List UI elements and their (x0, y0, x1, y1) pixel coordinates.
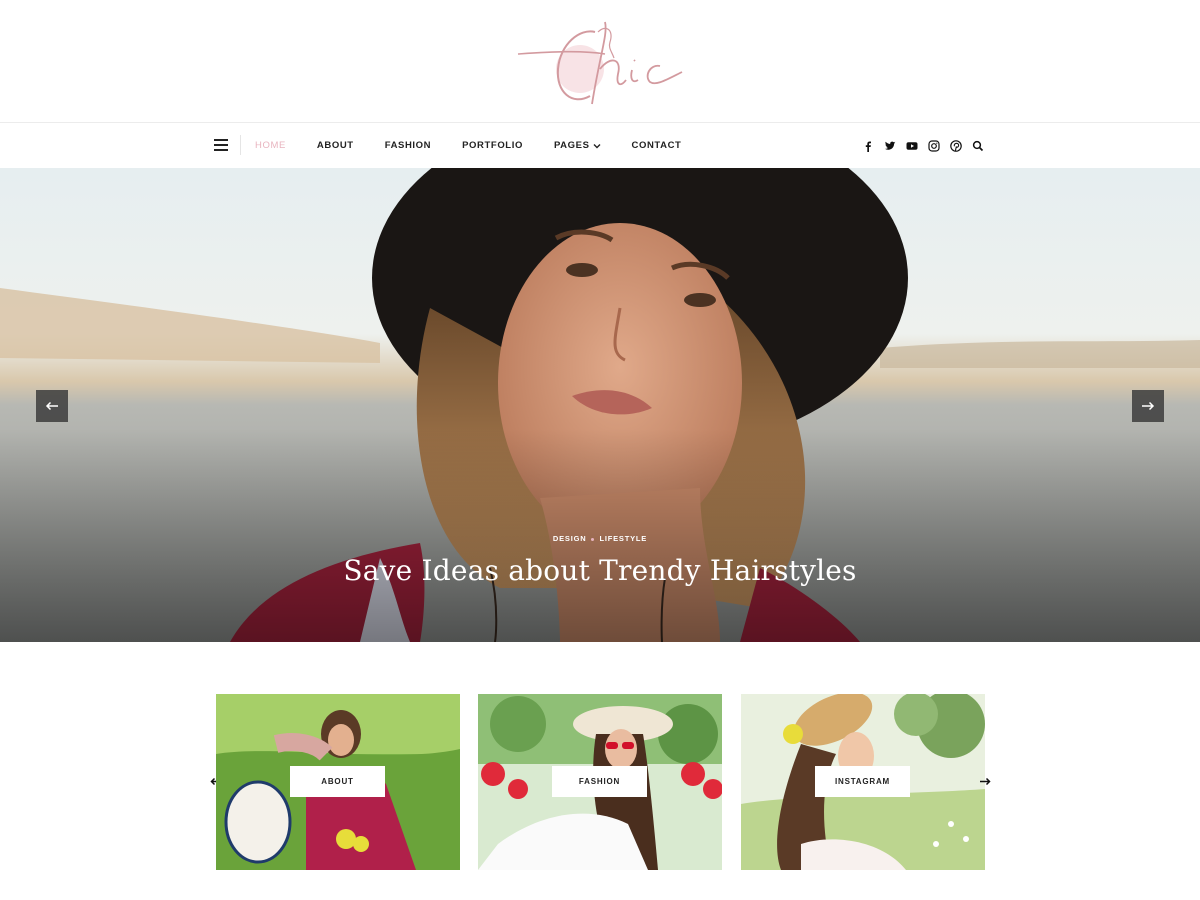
category-separator (591, 537, 595, 541)
promo-label: FASHION (552, 766, 647, 797)
hero-post-title[interactable]: Save Ideas about Trendy Hairstyles (0, 554, 1200, 587)
arrow-left-icon (45, 401, 58, 411)
promo-label: ABOUT (290, 766, 385, 797)
promo-box-fashion[interactable]: FASHION (478, 694, 722, 870)
nav-item-label: CONTACT (631, 140, 682, 151)
promo-box-about[interactable]: ABOUT (216, 694, 460, 870)
site-logo[interactable] (510, 14, 690, 110)
arrow-right-icon (980, 777, 991, 785)
nav-item-pages[interactable]: PAGES (554, 140, 601, 151)
twitter-icon[interactable] (884, 140, 896, 152)
post-categories: DESIGN LIFESTYLE (0, 534, 1200, 543)
chic-logo-script (517, 21, 683, 105)
category-link-design[interactable]: DESIGN (553, 534, 587, 543)
nav-item-about[interactable]: ABOUT (317, 140, 354, 151)
main-navigation: HOME ABOUT FASHION PORTFOLIO PAGES CONTA… (0, 123, 1200, 168)
nav-item-label: HOME (255, 140, 286, 151)
hero-slider: DESIGN LIFESTYLE Save Ideas about Trendy … (0, 168, 1200, 642)
nav-item-label: PAGES (553, 140, 590, 151)
pinterest-icon[interactable] (950, 139, 962, 152)
category-link-lifestyle[interactable]: LIFESTYLE (599, 534, 647, 543)
promo-box-instagram[interactable]: INSTAGRAM (741, 694, 985, 870)
nav-item-contact[interactable]: CONTACT (632, 140, 682, 151)
nav-item-portfolio[interactable]: PORTFOLIO (462, 140, 523, 151)
arrow-right-icon (1142, 401, 1155, 411)
nav-item-fashion[interactable]: FASHION (385, 140, 431, 151)
nav-divider (240, 135, 241, 155)
nav-item-home[interactable]: HOME (255, 140, 286, 151)
social-links (862, 123, 994, 168)
nav-item-label: FASHION (384, 140, 432, 151)
primary-menu: HOME ABOUT FASHION PORTFOLIO PAGES CONTA… (255, 123, 712, 168)
facebook-icon[interactable] (862, 140, 874, 152)
promo-label: INSTAGRAM (815, 766, 910, 797)
hamburger-menu-icon[interactable] (214, 139, 230, 151)
nav-item-label: ABOUT (316, 140, 354, 151)
instagram-icon[interactable] (928, 139, 940, 152)
site-header (0, 0, 1200, 122)
youtube-icon[interactable] (906, 140, 918, 152)
promo-next-button[interactable] (978, 774, 992, 788)
nav-item-label: PORTFOLIO (462, 140, 523, 151)
search-icon[interactable] (972, 140, 984, 152)
slider-prev-button[interactable] (36, 390, 68, 422)
slider-next-button[interactable] (1132, 390, 1164, 422)
chevron-down-icon (593, 143, 601, 148)
